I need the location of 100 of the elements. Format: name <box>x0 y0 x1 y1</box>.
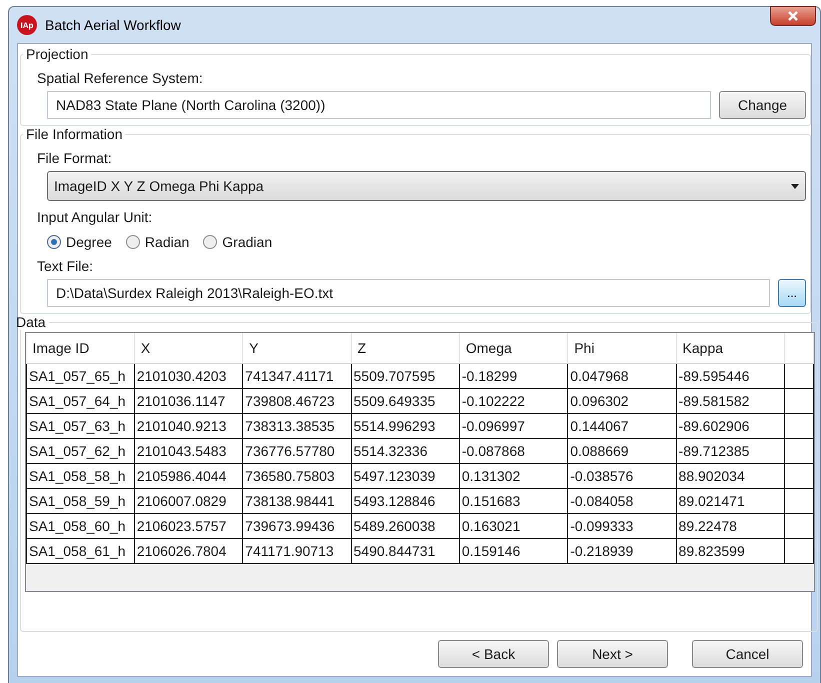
table-cell <box>784 514 814 538</box>
table-cell <box>784 488 814 514</box>
table-cell <box>784 364 814 388</box>
dialog-button[interactable]: < Back <box>438 640 549 668</box>
table-cell: SA1_058_60_h <box>26 514 134 538</box>
table-cell: 739673.99436 <box>242 514 352 538</box>
table-cell: -0.096997 <box>459 414 568 438</box>
dialog-button[interactable]: Next > <box>557 640 668 668</box>
table-cell: 5489.260038 <box>351 514 460 538</box>
radio-label: Degree <box>66 234 112 250</box>
table-cell: -0.18299 <box>459 364 568 388</box>
field-label: File Format: <box>36 149 113 168</box>
table-cell: 0.163021 <box>459 514 568 538</box>
table-cell: 2101040.9213 <box>134 414 243 438</box>
table-cell: 741347.41171 <box>242 364 352 388</box>
table-cell: 2101036.1147 <box>134 388 243 414</box>
table-cell: 736776.57780 <box>242 438 352 464</box>
table-cell: 739808.46723 <box>242 388 352 414</box>
table-cell: -89.602906 <box>676 414 784 438</box>
radio-option[interactable]: Radian <box>126 234 190 250</box>
table-cell: SA1_057_64_h <box>26 388 134 414</box>
table-cell: 5514.996293 <box>351 414 460 438</box>
table-cell: 5493.128846 <box>351 488 460 514</box>
dialog-button[interactable]: Cancel <box>692 640 803 668</box>
table-cell: 5509.649335 <box>351 388 460 414</box>
format-dropdown[interactable]: ImageID X Y Z Omega Phi Kappa <box>47 171 806 201</box>
browse-button[interactable]: ... <box>778 279 806 307</box>
group-label: Data <box>15 314 47 330</box>
radio-label: Radian <box>144 234 190 250</box>
table-cell: -0.218939 <box>568 538 676 564</box>
radio-option[interactable]: Degree <box>47 234 112 250</box>
table-cell: 741171.90713 <box>242 538 352 564</box>
table-cell: 736580.75803 <box>242 464 352 488</box>
radio-button[interactable] <box>126 235 140 249</box>
table-cell: 0.159146 <box>459 538 568 564</box>
table-cell: SA1_058_59_h <box>26 488 134 514</box>
table-cell: -89.595446 <box>676 364 784 388</box>
table-cell: 2101030.4203 <box>134 364 243 388</box>
table-cell: -0.087868 <box>459 438 568 464</box>
table-cell <box>784 464 814 488</box>
table-cell: SA1_058_58_h <box>26 464 134 488</box>
column-header[interactable]: Image ID <box>26 333 134 364</box>
table-cell: 0.096302 <box>568 388 676 414</box>
group-label: File Information <box>25 126 124 142</box>
column-header[interactable]: Omega <box>459 333 568 364</box>
table-cell: -89.581582 <box>676 388 784 414</box>
radio-button[interactable] <box>47 235 61 249</box>
radio-option[interactable]: Gradian <box>203 234 272 250</box>
table-cell: 2105986.4044 <box>134 464 243 488</box>
table-cell: 2106023.5757 <box>134 514 243 538</box>
field-label: Spatial Reference System: <box>36 69 204 88</box>
table-cell: -0.102222 <box>459 388 568 414</box>
text-field[interactable]: D:\Data\Surdex Raleigh 2013\Raleigh-EO.txt <box>47 279 770 307</box>
table-cell: 89.021471 <box>676 488 784 514</box>
table-cell: -0.084058 <box>568 488 676 514</box>
table-cell: 0.131302 <box>459 464 568 488</box>
table-cell: 2106026.7804 <box>134 538 243 564</box>
table-cell: 5490.844731 <box>351 538 460 564</box>
table-cell: 5497.123039 <box>351 464 460 488</box>
dropdown-value: ImageID X Y Z Omega Phi Kappa <box>54 178 264 194</box>
column-header[interactable]: Kappa <box>676 333 784 364</box>
table-cell: 5514.32336 <box>351 438 460 464</box>
table-cell: SA1_057_62_h <box>26 438 134 464</box>
table-cell: 89.823599 <box>676 538 784 564</box>
table-cell <box>784 388 814 414</box>
table-cell: 738138.98441 <box>242 488 352 514</box>
table-cell: 5509.707595 <box>351 364 460 388</box>
table-cell: 0.144067 <box>568 414 676 438</box>
text-field[interactable]: NAD83 State Plane (North Carolina (3200)) <box>47 91 711 119</box>
table-cell <box>784 438 814 464</box>
table-cell <box>784 414 814 438</box>
column-header[interactable]: X <box>134 333 243 364</box>
column-header[interactable]: Phi <box>568 333 676 364</box>
table-cell: SA1_058_61_h <box>26 538 134 564</box>
table-cell: 0.088669 <box>568 438 676 464</box>
table-cell: 0.047968 <box>568 364 676 388</box>
table-cell: 738313.38535 <box>242 414 352 438</box>
radio-label: Gradian <box>222 234 272 250</box>
field-label: Text File: <box>36 257 94 276</box>
column-header[interactable]: Z <box>351 333 460 364</box>
table-cell: 89.22478 <box>676 514 784 538</box>
column-header[interactable]: Y <box>242 333 352 364</box>
close-button[interactable] <box>770 6 816 26</box>
app-logo: IAp <box>17 15 37 35</box>
radio-button[interactable] <box>203 235 218 249</box>
table-cell: 88.902034 <box>676 464 784 488</box>
table-cell: 0.151683 <box>459 488 568 514</box>
table-cell: SA1_057_65_h <box>26 364 134 388</box>
close-icon <box>787 11 799 21</box>
table-cell: -89.712385 <box>676 438 784 464</box>
field-label: Input Angular Unit: <box>36 208 154 227</box>
window-title: Batch Aerial Workflow <box>45 17 181 33</box>
change-button[interactable]: Change <box>719 91 806 119</box>
group-label: Projection <box>25 46 90 62</box>
table-cell <box>784 538 814 564</box>
table-cell: SA1_057_63_h <box>26 414 134 438</box>
table-cell: 2101043.5483 <box>134 438 243 464</box>
table-cell: 2106007.0829 <box>134 488 243 514</box>
caret-icon <box>791 184 799 188</box>
table-cell: -0.099333 <box>568 514 676 538</box>
